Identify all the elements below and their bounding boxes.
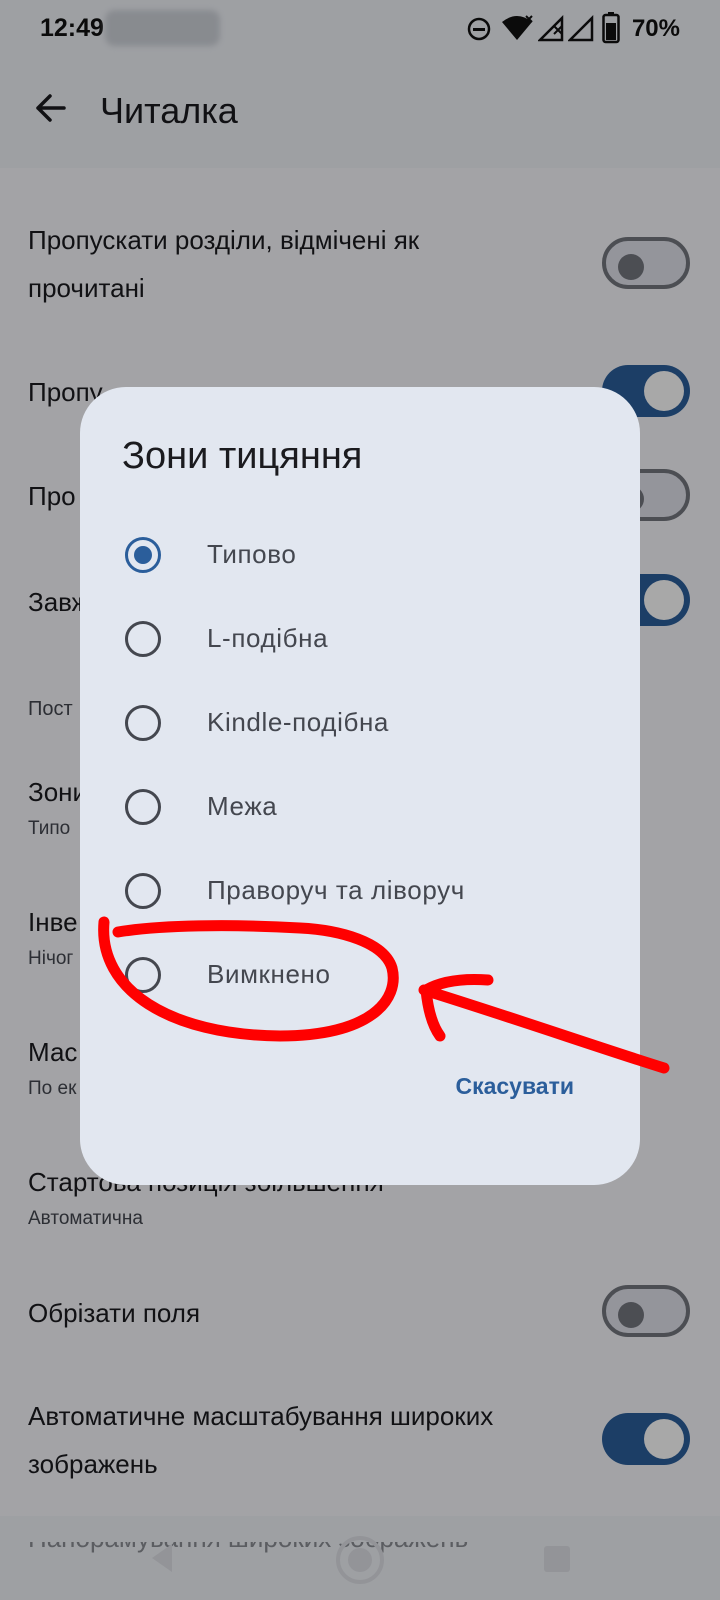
option-edge[interactable]: Межа	[80, 765, 640, 849]
radio-unchecked-icon[interactable]	[125, 705, 161, 741]
option-label: Вимкнено	[207, 959, 331, 989]
option-label: Праворуч та ліворуч	[207, 875, 465, 905]
option-default[interactable]: Типово	[80, 513, 640, 597]
radio-unchecked-icon[interactable]	[125, 957, 161, 993]
radio-unchecked-icon[interactable]	[125, 873, 161, 909]
option-right-left[interactable]: Праворуч та ліворуч	[80, 849, 640, 933]
option-label: Kindle-подібна	[207, 707, 389, 737]
dialog-title: Зони тицяння	[122, 435, 363, 477]
cancel-button[interactable]: Скасувати	[455, 1073, 574, 1100]
radio-checked-icon[interactable]	[125, 537, 161, 573]
option-label: Межа	[207, 791, 278, 821]
option-kindle[interactable]: Kindle-подібна	[80, 681, 640, 765]
radio-unchecked-icon[interactable]	[125, 621, 161, 657]
radio-unchecked-icon[interactable]	[125, 789, 161, 825]
tap-zones-dialog: Зони тицяння Типово L-подібна Kindle-под…	[80, 387, 640, 1185]
option-label: L-подібна	[207, 623, 329, 653]
option-l-shaped[interactable]: L-подібна	[80, 597, 640, 681]
option-disabled[interactable]: Вимкнено	[80, 933, 640, 1017]
option-label: Типово	[207, 539, 297, 569]
